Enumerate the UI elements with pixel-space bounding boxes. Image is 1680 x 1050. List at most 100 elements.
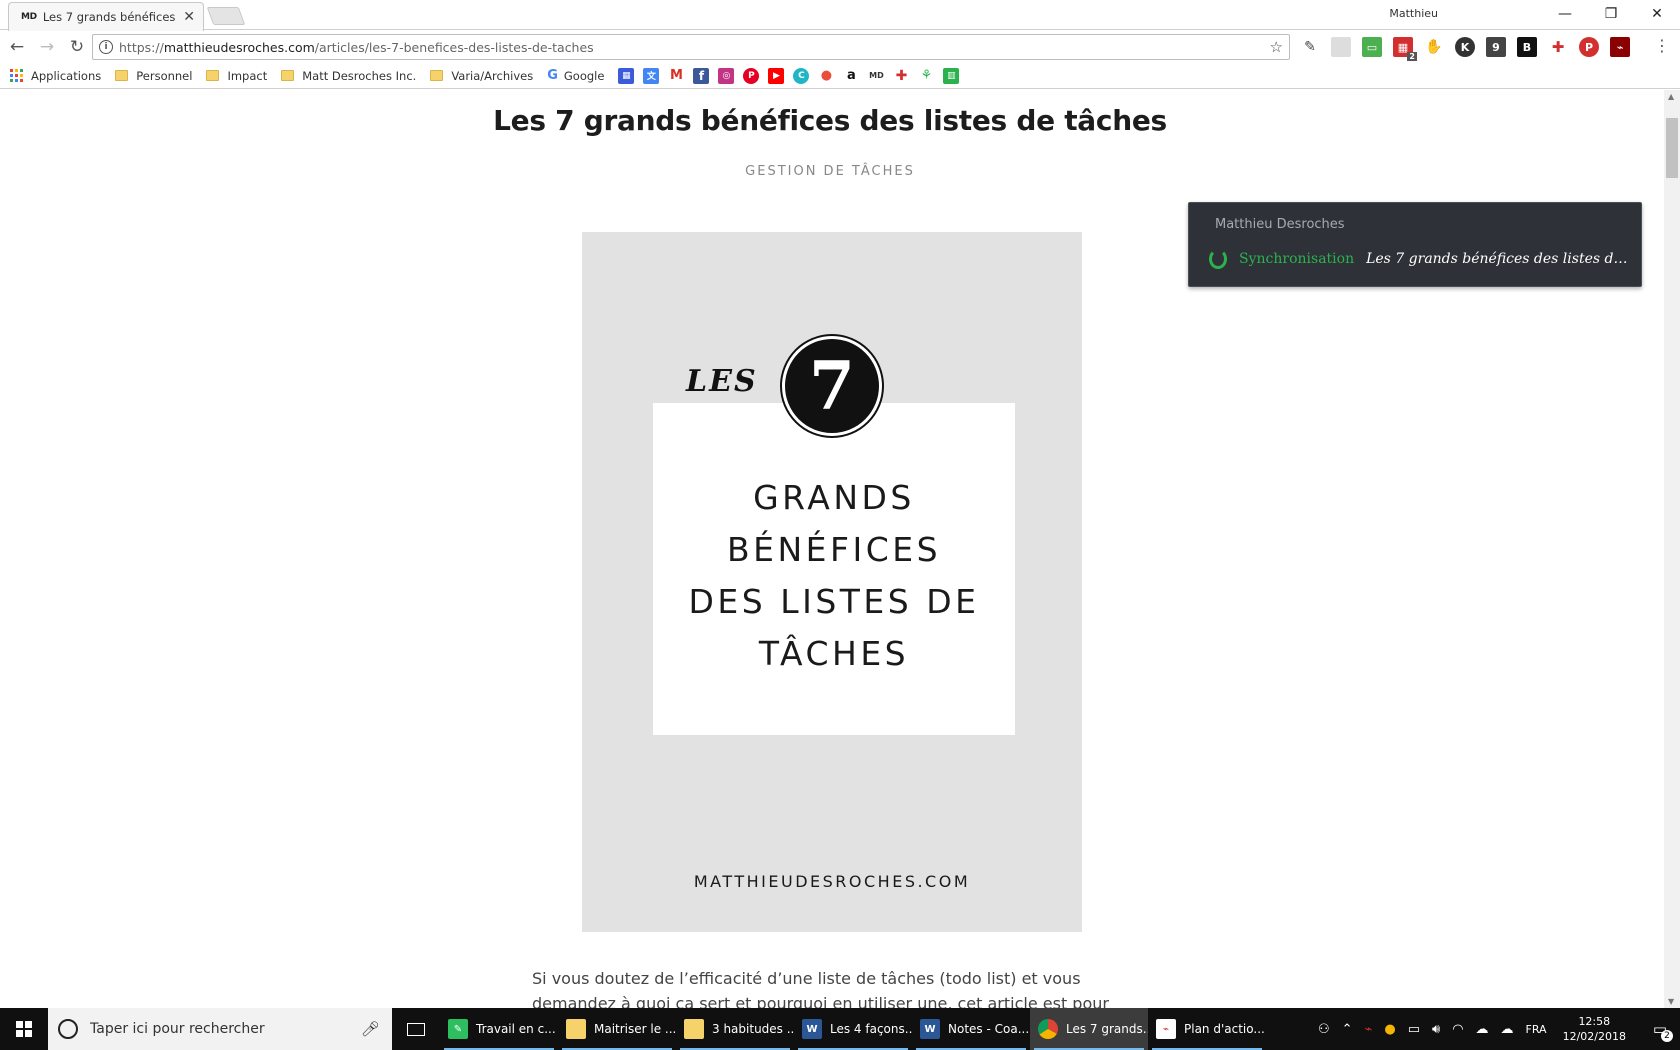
url-text: https://matthieudesroches.com/articles/l… — [119, 40, 594, 55]
bookmark-label: Applications — [31, 68, 102, 83]
profile-name[interactable]: Matthieu — [1389, 7, 1438, 20]
bookmark-applications[interactable]: Applications — [10, 69, 101, 83]
scroll-down-icon[interactable]: ▼ — [1668, 997, 1674, 1006]
scroll-up-icon[interactable]: ▲ — [1668, 92, 1674, 101]
youtube-bookmark-icon[interactable]: ▶ — [768, 67, 785, 84]
microphone-icon[interactable]: 🎤︎ — [361, 1020, 380, 1038]
location-bookmark-icon[interactable]: ● — [818, 67, 835, 84]
tab-close-icon[interactable]: ✕ — [183, 9, 195, 25]
cross-bookmark-icon[interactable]: ✚ — [893, 67, 910, 84]
address-bar[interactable]: i https://matthieudesroches.com/articles… — [92, 34, 1290, 60]
pinterest-bookmark-icon[interactable]: P — [743, 67, 760, 84]
acrobat-tray-icon[interactable]: ⌁ — [1365, 1022, 1373, 1037]
hero-les-text: LES — [686, 364, 758, 399]
site-info-icon[interactable]: i — [99, 40, 113, 54]
folder-icon — [206, 70, 220, 81]
nine-extension-icon[interactable]: 9 — [1486, 37, 1506, 57]
taskbar-item-word-2[interactable]: W Notes - Coa... — [912, 1008, 1030, 1050]
hero-number-badge: 7 — [782, 336, 882, 436]
calendar-bookmark-icon[interactable]: ▦ — [618, 67, 635, 84]
bookmark-folder-impact[interactable]: Impact — [206, 69, 267, 83]
onedrive-icon[interactable]: ☁ — [1476, 1022, 1489, 1037]
taskbar-item-evernote[interactable]: ✎ Travail en c... — [440, 1008, 558, 1050]
clock-date: 12/02/2018 — [1562, 1030, 1626, 1043]
taskbar-item-chrome[interactable]: Les 7 grands... — [1030, 1008, 1148, 1050]
bookmark-folder-matt-desroches[interactable]: Matt Desroches Inc. — [281, 69, 416, 83]
browser-tab[interactable]: MD Les 7 grands bénéfices des listes de … — [8, 2, 204, 31]
new-tab-button[interactable] — [206, 7, 246, 25]
volume-icon[interactable]: 🔊︎ — [1432, 1022, 1440, 1037]
bookmark-label: Personnel — [136, 68, 193, 83]
scrollbar-thumb[interactable] — [1666, 118, 1678, 178]
taskbar-item-label: Maitriser le ... — [594, 1022, 676, 1036]
pdf-extension-icon[interactable]: ⌁ — [1610, 37, 1630, 57]
bookmark-label: Varia/Archives — [451, 68, 534, 83]
bookmark-folder-personnel[interactable]: Personnel — [115, 69, 192, 83]
gmail-bookmark-icon[interactable]: M — [668, 67, 685, 84]
system-tray: ⚇ ⌃ ⌁ ● ▭ 🔊︎ ◠ ☁ ☁ FRA 12:58 12/02/2018 … — [1312, 1008, 1680, 1050]
taskbar-search[interactable]: Taper ici pour rechercher 🎤︎ — [48, 1008, 392, 1050]
pinterest-extension-icon[interactable]: P — [1579, 37, 1599, 57]
taskbar-item-folder-1[interactable]: Maitriser le ... — [558, 1008, 676, 1050]
forward-arrow-icon[interactable]: → — [34, 34, 60, 60]
hero-headline: GRANDS BÉNÉFICES DES LISTES DE TÂCHES — [653, 472, 1015, 680]
k-extension-icon[interactable]: K — [1455, 37, 1475, 57]
trello-bookmark-icon[interactable]: ▥ — [943, 67, 960, 84]
language-indicator[interactable]: FRA — [1526, 1023, 1547, 1036]
article-title: Les 7 grands bénéfices des listes de tâc… — [493, 104, 1167, 137]
bookmark-folder-varia[interactable]: Varia/Archives — [430, 69, 533, 83]
translate-bookmark-icon[interactable]: 文 — [643, 67, 660, 84]
reload-icon[interactable]: ↻ — [64, 34, 90, 60]
url-scheme: https:// — [119, 39, 164, 55]
back-arrow-icon[interactable]: ← — [4, 34, 30, 60]
people-icon[interactable]: ⚇ — [1318, 1022, 1330, 1037]
evernote-extension-icon[interactable]: ✎ — [1300, 37, 1320, 57]
butterfly-bookmark-icon[interactable]: ⚘ — [918, 67, 935, 84]
bookmarks-bar: Applications Personnel Impact Matt Desro… — [0, 63, 1680, 89]
hand-extension-icon[interactable]: ✋ — [1424, 37, 1444, 57]
show-hidden-icons-chevron-icon[interactable]: ⌃ — [1342, 1022, 1353, 1037]
clipper-extension-icon[interactable] — [1331, 37, 1351, 57]
hero-site-name: MATTHIEUDESROCHES.COM — [693, 872, 971, 891]
task-view-icon — [407, 1022, 425, 1036]
wifi-icon[interactable]: ◠ — [1452, 1022, 1463, 1037]
b-extension-icon[interactable]: B — [1517, 37, 1537, 57]
start-button[interactable] — [0, 1008, 48, 1050]
clock-time: 12:58 — [1578, 1015, 1611, 1028]
minimize-icon[interactable]: — — [1542, 0, 1588, 28]
taskbar-item-word-1[interactable]: W Les 4 façons... — [794, 1008, 912, 1050]
calendar-extension-icon[interactable]: ▦ 2 — [1393, 37, 1417, 61]
word-icon: W — [920, 1019, 940, 1039]
article-intro: Si vous doutez de l’efficacité d’une lis… — [532, 969, 1109, 1008]
hero-line: BÉNÉFICES — [726, 530, 942, 569]
folder-icon — [430, 70, 444, 81]
browser-toolbar: ← → ↻ i https://matthieudesroches.com/ar… — [0, 31, 1680, 63]
battery-icon[interactable]: ▭ — [1408, 1022, 1420, 1037]
sync-notification[interactable]: Matthieu Desroches Synchronisation Les 7… — [1188, 202, 1642, 287]
instagram-bookmark-icon[interactable]: ◎ — [718, 67, 735, 84]
chrome-tray-icon[interactable]: ● — [1384, 1022, 1395, 1037]
tab-title: Les 7 grands bénéfices des listes de tâc… — [42, 10, 179, 24]
close-window-icon[interactable]: ✕ — [1634, 0, 1680, 28]
md-bookmark-icon[interactable]: MD — [868, 67, 885, 84]
bookmark-label: Impact — [227, 68, 268, 83]
browser-menu-icon[interactable]: ⋮ — [1654, 36, 1670, 55]
evernote-icon: ✎ — [448, 1019, 468, 1039]
taskbar-item-folder-2[interactable]: 3 habitudes ... — [676, 1008, 794, 1050]
article-category[interactable]: GESTION DE TÂCHES — [640, 164, 1020, 179]
task-view-button[interactable] — [392, 1008, 440, 1050]
taskbar-item-pdf[interactable]: ⌁ Plan d'actio... — [1148, 1008, 1266, 1050]
green-extension-icon[interactable]: ▭ — [1362, 37, 1382, 57]
clock[interactable]: 12:58 12/02/2018 — [1563, 1014, 1626, 1044]
bookmark-star-icon[interactable]: ☆ — [1270, 38, 1283, 56]
page-scrollbar[interactable]: ▲ ▼ — [1664, 90, 1680, 1008]
bookmark-google[interactable]: G Google — [547, 68, 604, 83]
facebook-bookmark-icon[interactable]: f — [693, 67, 710, 84]
cloud-sync-icon[interactable]: ☁ — [1501, 1022, 1514, 1037]
amazon-bookmark-icon[interactable]: a — [843, 67, 860, 84]
c-bookmark-icon[interactable]: C — [793, 67, 810, 84]
action-center-button[interactable]: ▭ 2 — [1640, 1008, 1680, 1050]
cross-extension-icon[interactable]: ✚ — [1548, 37, 1568, 57]
taskbar-item-label: Les 4 façons... — [830, 1022, 912, 1036]
restore-icon[interactable]: ❐ — [1588, 0, 1634, 28]
